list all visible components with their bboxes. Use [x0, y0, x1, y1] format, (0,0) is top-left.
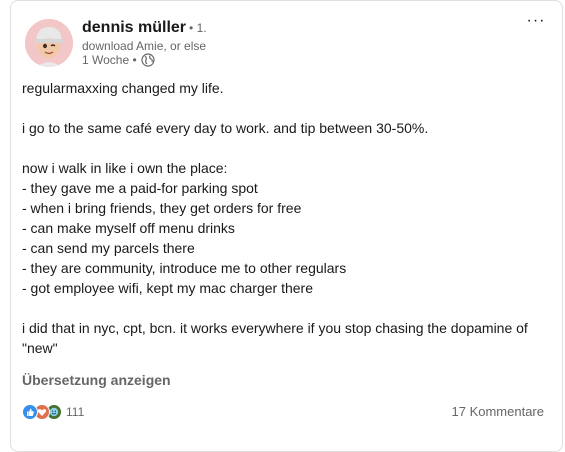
reaction-count: 111 [66, 405, 85, 419]
memoji-icon [25, 19, 73, 67]
globe-icon [141, 53, 155, 67]
author-headline: download Amie, or else [82, 39, 207, 53]
post-card: dennis müller • 1. download Amie, or else… [10, 0, 563, 452]
post-line: - they are community, introduce me to ot… [22, 260, 347, 276]
more-options-button[interactable]: ··· [524, 13, 548, 35]
post-line: - can make myself off menu drinks [22, 220, 235, 236]
post-line: - when i bring friends, they get orders … [22, 200, 302, 216]
like-icon [22, 404, 38, 420]
post-time: 1 Woche • [82, 53, 137, 67]
comments-count-link[interactable]: 17 Kommentare [452, 404, 545, 419]
post-meta: 1 Woche • [82, 53, 155, 67]
post-line: - can send my parcels there [22, 240, 195, 256]
author-avatar[interactable] [25, 19, 73, 67]
post-line: regularmaxxing changed my life. [22, 80, 224, 96]
post-text: regularmaxxing changed my life. i go to … [22, 78, 547, 358]
post-line: - got employee wifi, kept my mac charger… [22, 280, 314, 296]
connection-degree: • 1. [189, 21, 207, 35]
post-line: - they gave me a paid-for parking spot [22, 180, 258, 196]
post-line: now i walk in like i own the place: [22, 160, 228, 176]
author-name[interactable]: dennis müller [82, 19, 186, 36]
reactions-summary[interactable]: 111 [22, 404, 84, 420]
author-line: dennis müller • 1. [82, 19, 207, 37]
show-translation-button[interactable]: Übersetzung anzeigen [22, 372, 171, 388]
post-line: i did that in nyc, cpt, bcn. it works ev… [22, 320, 528, 356]
post-line: i go to the same café every day to work.… [22, 120, 429, 136]
